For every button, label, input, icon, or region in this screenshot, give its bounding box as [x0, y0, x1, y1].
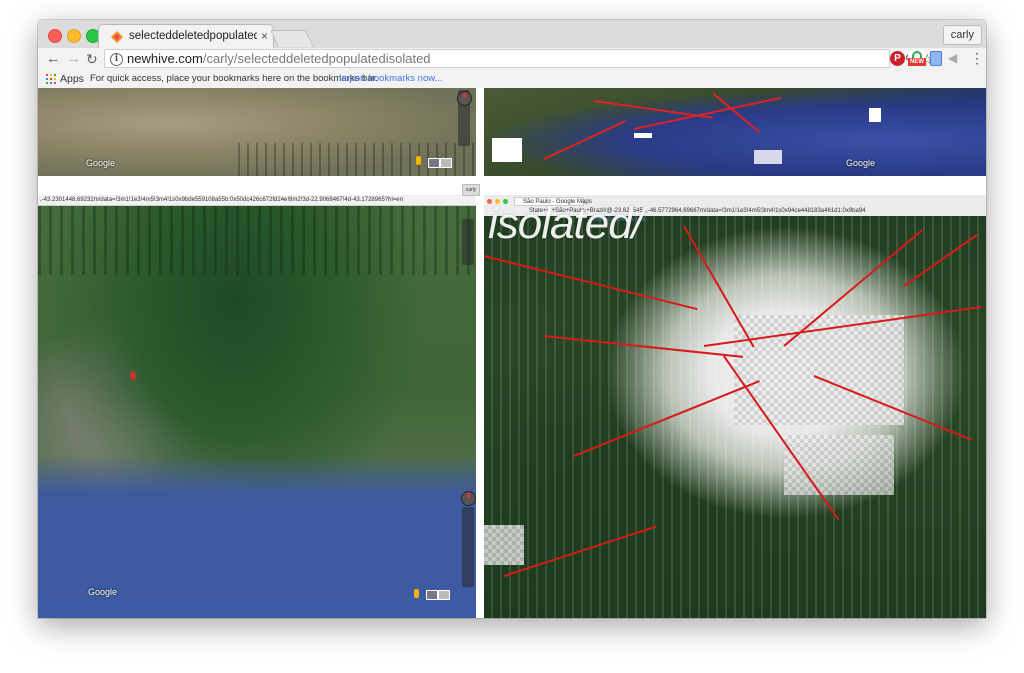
pegman-icon — [414, 589, 419, 598]
thumbnail-icon — [426, 590, 438, 600]
bookmarks-bar: Apps For quick access, place your bookma… — [38, 70, 986, 89]
url-host: newhive.com — [127, 51, 203, 66]
overlay-title: isolated/ — [488, 199, 644, 248]
speaker-icon[interactable]: ◀ — [948, 51, 963, 66]
pinterest-icon[interactable]: P — [890, 51, 905, 66]
new-tab-button[interactable] — [270, 30, 314, 47]
google-watermark: Google — [846, 158, 876, 168]
new-badge-icon[interactable]: NEW — [908, 51, 926, 66]
close-window-button[interactable] — [48, 29, 62, 43]
import-bookmarks-link[interactable]: Import bookmarks now... — [339, 70, 442, 88]
tab-strip: selecteddeletedpopulatedisolated × carly — [38, 20, 986, 49]
menu-icon[interactable]: ⋮ — [970, 51, 984, 66]
satellite-image-top-right: Google — [484, 88, 986, 176]
compass-icon — [457, 91, 472, 106]
tab-title: selecteddeletedpopulatedisolated — [129, 30, 257, 42]
docs-icon[interactable] — [930, 51, 942, 66]
toolbar: ← → ↻ i newhive.com/carly/selecteddelete… — [38, 48, 986, 70]
info-icon[interactable]: i — [110, 53, 123, 66]
google-watermark: Google — [88, 587, 118, 597]
thumbnail-icon — [438, 590, 450, 600]
browser-window: selecteddeletedpopulatedisolated × carly… — [38, 20, 986, 618]
apps-shortcut[interactable]: Apps — [60, 70, 84, 88]
page-content: Google Google ,-43.2301448,69232m/data=!… — [38, 88, 986, 618]
embedded-browser-bar: ,-43.2301448,69232m/data=!3m1!1e3!4m5!3m… — [38, 195, 476, 206]
tab-close-icon[interactable]: × — [261, 29, 268, 43]
pegman-icon — [416, 156, 421, 165]
url-text[interactable]: newhive.com/carly/selecteddeletedpopulat… — [127, 51, 431, 67]
satellite-image-bottom-right: São Paulo - Google Maps State+of+São+Pau… — [484, 195, 986, 618]
back-arrow-icon[interactable]: ← — [46, 50, 61, 68]
compass-icon — [461, 491, 476, 506]
google-watermark: Google — [86, 158, 116, 168]
embedded-url: ,-43.2301448,69232m/data=!3m1!1e3!4m5!3m… — [40, 197, 403, 203]
map-controls — [462, 507, 474, 587]
profile-button[interactable]: carly — [942, 25, 982, 45]
thumbnail-icon — [428, 158, 440, 168]
embedded-profile-button: carly — [462, 184, 480, 196]
map-controls — [462, 219, 474, 265]
address-bar[interactable]: i newhive.com/carly/selecteddeletedpopul… — [104, 49, 934, 68]
satellite-image-bottom-left: ,-43.2301448,69232m/data=!3m1!1e3!4m5!3m… — [38, 195, 476, 618]
satellite-image-top-left: Google — [38, 88, 476, 176]
minimize-window-button[interactable] — [67, 29, 81, 43]
forward-arrow-icon[interactable]: → — [66, 50, 81, 68]
bookmarks-hint: For quick access, place your bookmarks h… — [90, 73, 378, 84]
newhive-favicon-icon — [111, 31, 123, 43]
map-pin-icon — [130, 371, 136, 380]
url-path: /carly/selecteddeletedpopulatedisolated — [202, 51, 431, 66]
apps-grid-icon[interactable] — [46, 74, 56, 84]
tab-active[interactable]: selecteddeletedpopulatedisolated × — [98, 24, 274, 48]
thumbnail-icon — [440, 158, 452, 168]
reload-icon[interactable]: ↻ — [86, 50, 98, 68]
